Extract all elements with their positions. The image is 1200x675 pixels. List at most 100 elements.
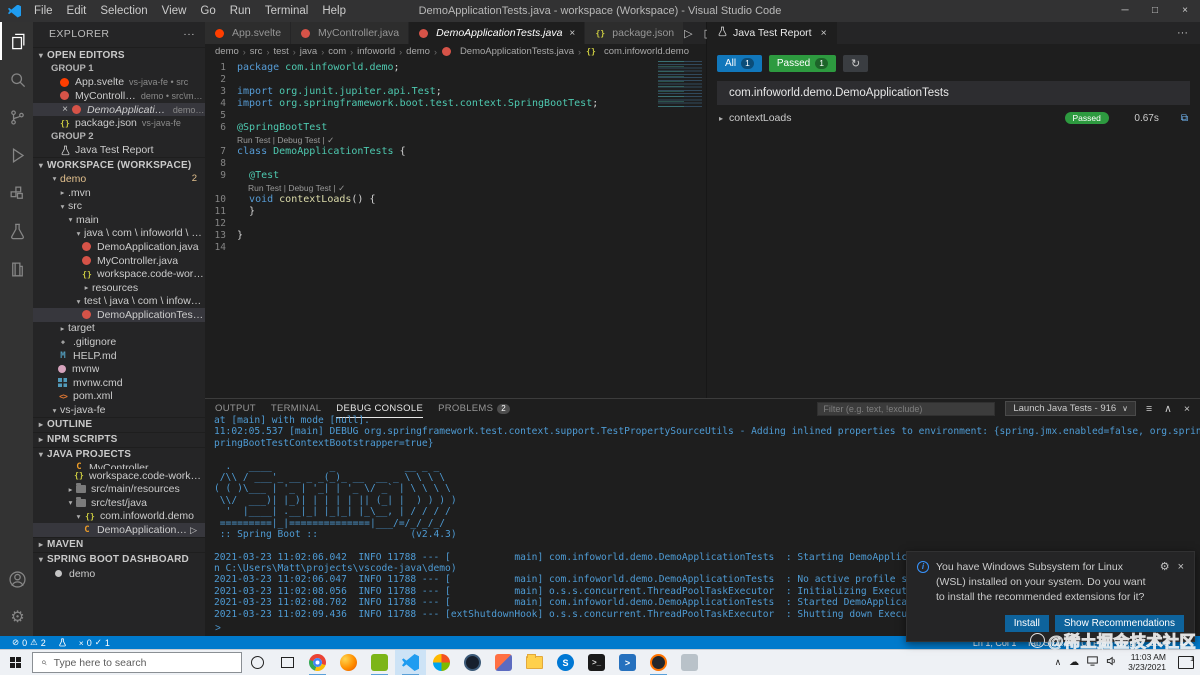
- open-editor-mycontroller.java[interactable]: MyController.javademo • src\main\jav...: [33, 89, 205, 103]
- taskbar-search-input[interactable]: ⌕ Type here to search: [32, 652, 242, 673]
- dark-app-icon[interactable]: [457, 650, 488, 675]
- firefox-icon[interactable]: [333, 650, 364, 675]
- powershell-icon[interactable]: >: [612, 650, 643, 675]
- tab-mycontroller.java[interactable]: MyController.java: [291, 22, 409, 44]
- menu-go[interactable]: Go: [193, 0, 222, 22]
- tree-item-help.md[interactable]: MHELP.md: [33, 349, 205, 363]
- panel-close-icon[interactable]: ×: [1184, 403, 1190, 415]
- npm-scripts-header[interactable]: ▸NPM SCRIPTS: [33, 432, 205, 447]
- action-center-icon[interactable]: 1: [1178, 656, 1194, 669]
- tree-item-workspace.code-workspace[interactable]: {}workspace.code-workspace: [33, 267, 205, 281]
- tray-volume-icon[interactable]: [1106, 656, 1117, 669]
- file-explorer-icon[interactable]: [519, 650, 550, 675]
- open-editor-package.json[interactable]: {}package.jsonvs-java-fe: [33, 116, 205, 130]
- close-button[interactable]: ×: [1170, 0, 1200, 22]
- sidebar-more-icon[interactable]: ···: [183, 22, 195, 47]
- notification-gear-icon[interactable]: ⚙: [1160, 560, 1170, 606]
- workspace-header[interactable]: ▾WORKSPACE (WORKSPACE): [33, 157, 205, 172]
- report-more-icon[interactable]: ···: [1177, 22, 1200, 44]
- breadcrumb[interactable]: demo›src›test›java›com›infoworld›demo›De…: [205, 44, 706, 59]
- tree-item-test-java-com-infoworld-demo[interactable]: ▾test \ java \ com \ infoworld \ demo: [33, 295, 205, 309]
- panel-split-icon[interactable]: ≡: [1146, 403, 1152, 415]
- search-icon[interactable]: [0, 60, 33, 98]
- open-editors-header[interactable]: ▾OPEN EDITORS: [33, 47, 205, 62]
- breadcrumb-src[interactable]: src: [250, 46, 263, 57]
- menu-run[interactable]: Run: [223, 0, 258, 22]
- test-suite-name[interactable]: com.infoworld.demo.DemoApplicationTests: [717, 81, 1190, 105]
- run-test-icon[interactable]: ▷: [190, 525, 197, 536]
- menu-help[interactable]: Help: [315, 0, 353, 22]
- extensions-icon[interactable]: [0, 174, 33, 212]
- console-filter-input[interactable]: [817, 402, 995, 416]
- accounts-icon[interactable]: [0, 560, 33, 598]
- tree-item-target[interactable]: ▸target: [33, 322, 205, 336]
- open-editor-demoapplicationtests.java[interactable]: ×DemoApplicationTests.javademo • src...: [33, 103, 205, 117]
- tree-item-pom.xml[interactable]: <>pom.xml: [33, 390, 205, 404]
- menu-view[interactable]: View: [155, 0, 194, 22]
- media-player-icon[interactable]: [643, 650, 674, 675]
- explorer-icon[interactable]: [0, 22, 33, 60]
- close-tab-icon[interactable]: ×: [569, 28, 575, 39]
- chevron-right-icon[interactable]: ▸: [719, 114, 723, 123]
- show-recommendations-button[interactable]: Show Recommendations: [1055, 615, 1184, 632]
- cmd-icon[interactable]: >_: [581, 650, 612, 675]
- rerun-tests-button[interactable]: ↻: [843, 55, 868, 72]
- run-button[interactable]: ▷: [684, 27, 692, 40]
- spring-app-item-demo[interactable]: demo: [33, 567, 205, 581]
- java-project-item-demoapplicationtests[interactable]: CDemoApplicationTests▷: [33, 523, 205, 537]
- panel-maximize-icon[interactable]: ∧: [1164, 403, 1172, 415]
- source-control-icon[interactable]: [0, 98, 33, 136]
- breadcrumb-infoworld[interactable]: infoworld: [357, 46, 395, 57]
- cortana-button[interactable]: [242, 650, 272, 675]
- start-button[interactable]: [0, 650, 30, 675]
- tray-display-icon[interactable]: [1087, 656, 1098, 669]
- test-status-icon[interactable]: [54, 636, 71, 649]
- tree-item-mvnw[interactable]: mvnw: [33, 362, 205, 376]
- tree-item-demoapplicationtests.java[interactable]: DemoApplicationTests.java: [33, 308, 205, 322]
- skype-icon[interactable]: S: [550, 650, 581, 675]
- debug-session-dropdown[interactable]: Launch Java Tests - 916∨: [1005, 401, 1136, 416]
- tree-item-main[interactable]: ▾main: [33, 213, 205, 227]
- breadcrumb-demo[interactable]: demo: [215, 46, 239, 57]
- problems-status[interactable]: ⊘0 ⚠2: [8, 636, 50, 649]
- test-row-contextloads[interactable]: ▸ contextLoads Passed 0.67s ⧉: [707, 105, 1200, 131]
- breadcrumb-demoapplicationtests.java[interactable]: DemoApplicationTests.java: [441, 46, 574, 57]
- breadcrumb-com[interactable]: com: [328, 46, 346, 57]
- testing-beaker-icon[interactable]: [0, 212, 33, 250]
- tree-item-.gitignore[interactable]: ◆.gitignore: [33, 335, 205, 349]
- taskbar-clock[interactable]: 11:03 AM 3/23/2021: [1128, 653, 1166, 672]
- java-project-item-com.infoworld.demo[interactable]: ▾{}com.infoworld.demo: [33, 510, 205, 524]
- filter-passed-button[interactable]: Passed 1: [769, 55, 836, 72]
- tree-item-src[interactable]: ▾src: [33, 199, 205, 213]
- java-projects-header[interactable]: ▾JAVA PROJECTS: [33, 447, 205, 462]
- tray-expand-icon[interactable]: ∧: [1055, 657, 1062, 668]
- tree-item-mycontroller.java[interactable]: MyController.java: [33, 254, 205, 268]
- menu-selection[interactable]: Selection: [93, 0, 154, 22]
- close-tab-icon[interactable]: ×: [821, 27, 827, 39]
- java-project-item-src-main-resources[interactable]: ▸src/main/resources: [33, 482, 205, 496]
- test-results-status[interactable]: ×0 ✓1: [75, 636, 114, 649]
- java-project-item-workspace.code-workspace[interactable]: {}workspace.code-workspace: [33, 469, 205, 483]
- close-editor-icon[interactable]: ×: [59, 104, 71, 115]
- tree-item-mvnw.cmd[interactable]: mvnw.cmd: [33, 376, 205, 390]
- java-project-item-mycontroller[interactable]: CMyController: [33, 462, 205, 469]
- minimap[interactable]: [658, 61, 702, 109]
- notification-close-icon[interactable]: ×: [1178, 560, 1184, 606]
- task-view-button[interactable]: [272, 650, 302, 675]
- java-projects-icon[interactable]: [0, 250, 33, 288]
- breadcrumb-java[interactable]: java: [300, 46, 317, 57]
- tree-item-java-com-infoworld-demo[interactable]: ▾java \ com \ infoworld \ demo: [33, 227, 205, 241]
- chrome-icon[interactable]: [302, 650, 333, 675]
- pinwheel-app-icon[interactable]: [426, 650, 457, 675]
- gray-app-icon[interactable]: [674, 650, 705, 675]
- tray-cloud-icon[interactable]: ☁: [1069, 657, 1079, 668]
- menu-edit[interactable]: Edit: [60, 0, 94, 22]
- breadcrumb-test[interactable]: test: [273, 46, 288, 57]
- maximize-button[interactable]: □: [1140, 0, 1170, 22]
- tree-item-demo[interactable]: ▾demo2: [33, 172, 205, 186]
- outline-header[interactable]: ▸OUTLINE: [33, 417, 205, 432]
- two-tone-app-icon[interactable]: [488, 650, 519, 675]
- tab-demoapplicationtests.java[interactable]: DemoApplicationTests.java×: [409, 22, 585, 44]
- tree-item-resources[interactable]: ▸resources: [33, 281, 205, 295]
- notes-app-icon[interactable]: [364, 650, 395, 675]
